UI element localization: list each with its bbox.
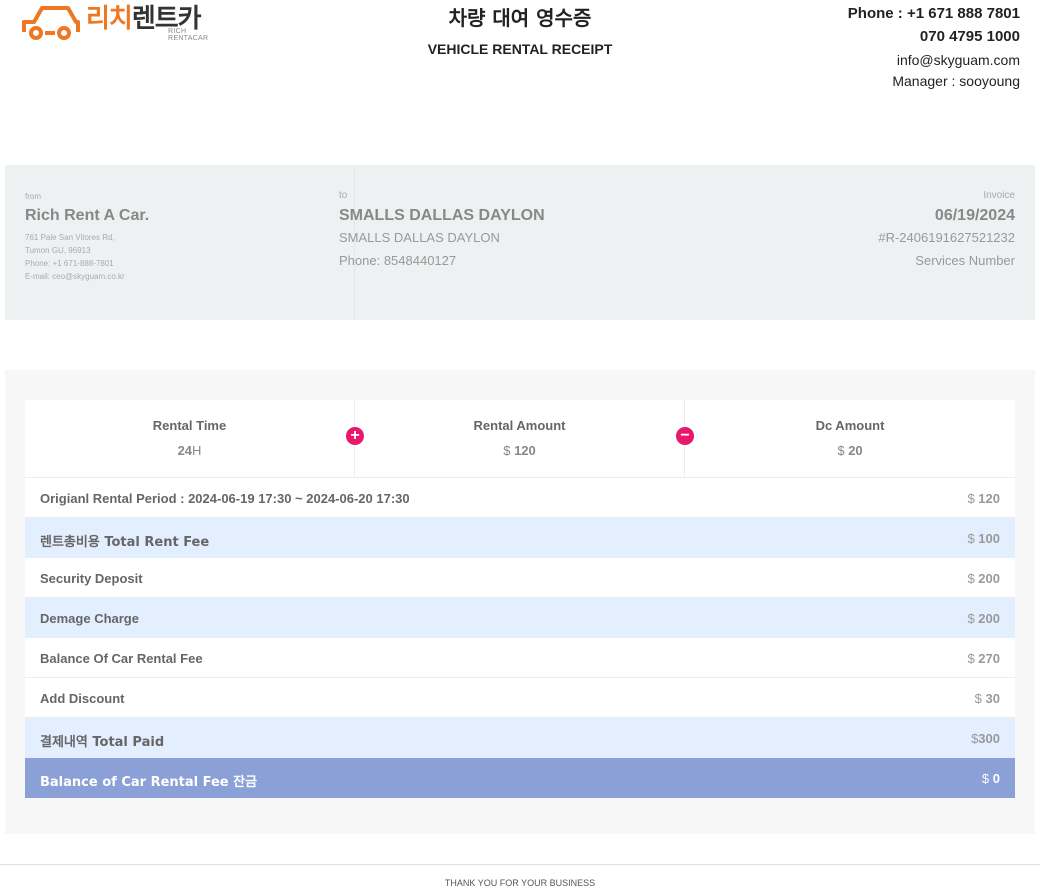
dc-amount-number: 20 — [848, 443, 863, 458]
table-row: Balance Of Car Rental Fee $ 270 — [25, 638, 1015, 678]
row-label: Demage Charge — [40, 611, 139, 626]
rental-time-number: 24 — [177, 443, 193, 458]
row-amount-value: 100 — [978, 531, 1000, 546]
row-amount: $ 100 — [967, 531, 1000, 546]
table-row: Demage Charge $ 200 — [25, 598, 1015, 638]
table-row: Security Deposit $ 200 — [25, 558, 1015, 598]
row-amount: $ 270 — [967, 651, 1000, 666]
from-label: from — [25, 192, 41, 201]
invoice-column: Invoice 06/19/2024 #R-2406191627521232 S… — [878, 190, 1015, 271]
to-phone: Phone: 8548440127 — [339, 253, 457, 268]
rental-summary: Rental Time 24H + Rental Amount $ 120 − … — [25, 400, 1015, 478]
row-amount-value: 120 — [978, 491, 1000, 506]
row-amount-value: 30 — [985, 691, 1000, 706]
contact-manager: Manager : sooyoung — [892, 73, 1020, 89]
row-currency: $ — [974, 691, 982, 706]
row-amount: $ 30 — [975, 691, 1000, 706]
invoice-date: 06/19/2024 — [934, 207, 1015, 224]
row-amount-value: 0 — [992, 771, 1000, 786]
rental-amount-value: $ 120 — [355, 443, 684, 458]
table-row: Add Discount $ 30 — [25, 678, 1015, 718]
row-amount: $ 200 — [967, 611, 1000, 626]
dc-amount-cell: Dc Amount $ 20 — [685, 400, 1015, 478]
footer-divider — [0, 864, 1040, 865]
row-amount: $300 — [971, 731, 1000, 746]
contact-email: info@skyguam.com — [896, 52, 1020, 68]
row-label: Add Discount — [40, 691, 125, 706]
row-label: Security Deposit — [40, 571, 143, 586]
contact-phone: Phone : +1 671 888 7801 — [847, 5, 1020, 22]
services-number-label: Services Number — [915, 253, 1015, 268]
row-amount: $ 200 — [967, 571, 1000, 586]
rental-time-unit: H — [192, 443, 202, 458]
from-email: E-mail: ceo@skyguam.co.kr — [25, 272, 125, 281]
row-currency: $ — [981, 771, 990, 786]
from-company-name: Rich Rent A Car. — [25, 207, 150, 224]
rental-time-cell: Rental Time 24H — [25, 400, 354, 478]
dc-amount-label: Dc Amount — [815, 418, 885, 433]
row-label: Balance of Car Rental Fee 잔금 — [40, 775, 258, 790]
footer-thanks: THANK YOU FOR YOUR BUSINESS — [444, 878, 596, 888]
to-column: to SMALLS DALLAS DAYLON SMALLS DALLAS DA… — [339, 190, 545, 271]
invoice-info-band: from Rich Rent A Car. 761 Pale San Vitor… — [5, 165, 1035, 320]
invoice-label: Invoice — [983, 190, 1015, 201]
rental-amount-cell: Rental Amount $ 120 — [355, 400, 684, 478]
from-phone: Phone: +1 671-888-7801 — [25, 259, 114, 268]
rental-amount-currency: $ — [503, 443, 511, 458]
balance-total-row: Balance of Car Rental Fee 잔금 $ 0 — [25, 758, 1015, 798]
row-currency: $ — [967, 531, 975, 546]
from-address-line-1: 761 Pale San Vitores Rd, — [25, 233, 115, 242]
dc-amount-currency: $ — [837, 443, 845, 458]
table-row: 렌트총비용 Total Rent Fee $ 100 — [25, 518, 1015, 558]
dc-amount-value: $ 20 — [685, 443, 1015, 458]
row-currency: $ — [967, 651, 975, 666]
from-column: from Rich Rent A Car. 761 Pale San Vitor… — [25, 192, 149, 283]
rental-amount-label: Rental Amount — [473, 418, 566, 433]
invoice-number: #R-2406191627521232 — [878, 230, 1015, 245]
row-amount: $ 120 — [967, 491, 1000, 506]
row-label: 렌트총비용 Total Rent Fee — [40, 535, 210, 550]
row-amount: $ 0 — [982, 771, 1000, 786]
contact-phone-2: 070 4795 1000 — [919, 28, 1020, 45]
rental-time-value: 24H — [25, 443, 354, 458]
contact-info: Phone : +1 671 888 7801 070 4795 1000 in… — [848, 4, 1020, 92]
row-currency: $ — [967, 491, 975, 506]
row-label: Origianl Rental Period : 2024-06-19 17:3… — [40, 491, 410, 506]
rental-amount-number: 120 — [514, 443, 536, 458]
from-address-line-2: Tumon GU, 96913 — [25, 246, 91, 255]
row-label: 결제내역 Total Paid — [40, 735, 165, 750]
row-currency: $ — [967, 611, 975, 626]
row-amount-value: 200 — [978, 611, 1000, 626]
to-customer-name: SMALLS DALLAS DAYLON — [339, 207, 545, 224]
fee-table: Origianl Rental Period : 2024-06-19 17:3… — [25, 478, 1015, 798]
to-label: to — [339, 190, 348, 201]
row-label: Balance Of Car Rental Fee — [40, 651, 203, 666]
to-customer-name-2: SMALLS DALLAS DAYLON — [339, 230, 500, 245]
row-amount-value: 200 — [978, 571, 1000, 586]
row-currency: $ — [967, 571, 975, 586]
row-amount-value: 300 — [978, 731, 1000, 746]
table-row: Origianl Rental Period : 2024-06-19 17:3… — [25, 478, 1015, 518]
table-row: 결제내역 Total Paid $300 — [25, 718, 1015, 758]
rental-time-label: Rental Time — [152, 418, 227, 433]
row-amount-value: 270 — [978, 651, 1000, 666]
